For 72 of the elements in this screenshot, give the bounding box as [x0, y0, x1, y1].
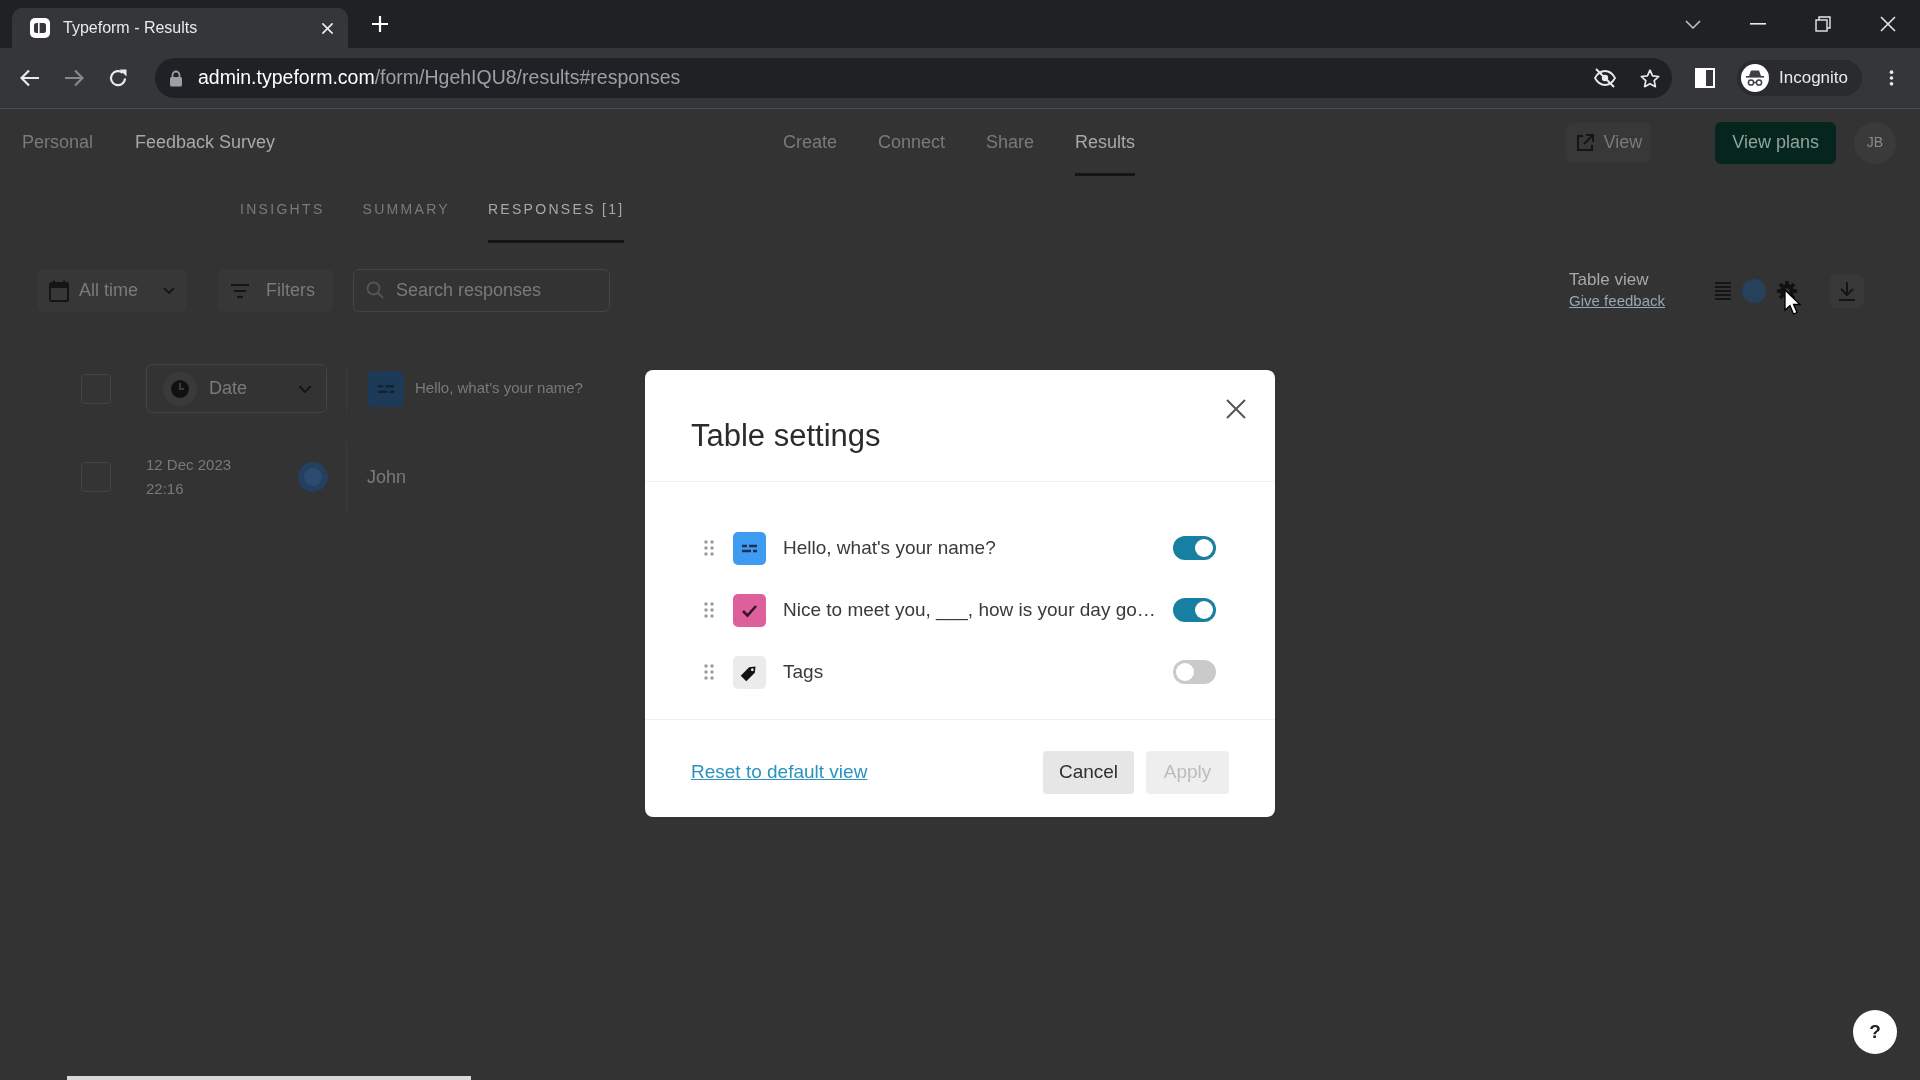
user-avatar[interactable]: JB — [1854, 121, 1896, 164]
view-mode-label: Table view — [1569, 268, 1650, 290]
chevron-down-icon[interactable] — [1684, 19, 1701, 29]
switch-knob-icon[interactable] — [1742, 278, 1766, 303]
drag-handle-icon[interactable] — [704, 540, 714, 556]
view-plans-button[interactable]: View plans — [1715, 121, 1836, 164]
menu-icon[interactable] — [1889, 69, 1894, 87]
minimize-icon[interactable] — [1749, 23, 1766, 25]
browser-tab[interactable]: Typeform - Results — [12, 8, 348, 48]
filters-button[interactable]: Filters — [218, 269, 333, 312]
close-icon[interactable] — [321, 21, 334, 35]
eye-slash-icon[interactable] — [1594, 68, 1616, 88]
nav-tab[interactable]: Share — [986, 109, 1035, 176]
table-cell-text: John — [366, 465, 407, 489]
field-label: Nice to meet you, ___, how is your day go… — [783, 597, 1157, 623]
incognito-icon — [1741, 64, 1769, 92]
filter-icon — [230, 283, 250, 298]
time-text: 22:16 — [146, 479, 185, 499]
dialog-title: Table settings — [691, 420, 881, 451]
restore-icon[interactable] — [1814, 16, 1831, 32]
date-column-dropdown[interactable]: Date — [146, 364, 327, 413]
drag-handle-icon[interactable] — [704, 602, 714, 618]
search-field[interactable]: Search responses — [353, 269, 610, 312]
toggle-switch[interactable] — [1173, 660, 1216, 684]
lock-icon[interactable] — [169, 69, 183, 87]
date-range-dropdown[interactable]: All time — [37, 269, 187, 312]
feedback-link[interactable]: Give feedback — [1569, 289, 1665, 313]
mouse-pointer-icon — [1784, 289, 1802, 316]
text-field-icon — [368, 370, 404, 407]
toggle-switch[interactable] — [1173, 598, 1216, 622]
external-link-icon — [1574, 132, 1595, 153]
reload-icon[interactable] — [108, 68, 128, 88]
field-label: Tags — [783, 659, 825, 684]
calendar-icon — [49, 279, 69, 302]
star-icon[interactable] — [1640, 68, 1660, 88]
view-button[interactable]: View — [1565, 122, 1652, 163]
date-text: 12 Dec 2023 — [146, 455, 232, 475]
help-button[interactable]: ? — [1853, 1010, 1897, 1054]
drag-handle-icon[interactable] — [704, 664, 714, 680]
close-icon[interactable] — [1879, 16, 1896, 32]
caret-icon — [298, 384, 312, 393]
search-icon — [366, 281, 384, 299]
close-icon — [1226, 399, 1246, 419]
nav-tab[interactable]: Create — [782, 109, 837, 176]
nav-tab[interactable]: Connect — [877, 109, 945, 176]
download-icon — [1838, 280, 1856, 301]
forward-arrow-icon[interactable] — [64, 69, 84, 87]
section-tab[interactable]: INSIGHTS — [240, 176, 325, 243]
close-button[interactable] — [1226, 399, 1246, 419]
form-title: Feedback Survey — [135, 131, 276, 154]
back-arrow-icon[interactable] — [20, 69, 40, 87]
new-tab-icon[interactable] — [371, 15, 389, 33]
address-bar[interactable]: admin.typeform.com/form/HgehIQU8/results#responses — [155, 58, 1672, 98]
field-label: Hello, what's your name? — [783, 535, 997, 560]
text-field-icon — [733, 531, 766, 565]
section-tab[interactable]: SUMMARY — [362, 176, 450, 243]
workspace-link[interactable]: Personal — [22, 129, 94, 156]
section-tab[interactable]: RESPONSES [1] — [487, 176, 625, 243]
profile-button[interactable]: Incognito — [1737, 60, 1862, 96]
column-header: Hello, what's your name? — [415, 378, 583, 399]
toggle-switch[interactable] — [1173, 536, 1216, 560]
clock-icon — [163, 371, 197, 406]
avatar-icon — [298, 462, 328, 492]
reset-link[interactable]: Reset to default view — [691, 758, 868, 787]
scrollbar-thumb[interactable] — [67, 1076, 471, 1080]
tab-favicon-icon — [29, 17, 51, 39]
cancel-button[interactable]: Cancel — [1043, 751, 1134, 794]
tag-icon — [733, 655, 766, 689]
caret-icon — [163, 287, 175, 294]
nav-tab[interactable]: Results — [1075, 109, 1136, 176]
side-panel-icon[interactable] — [1695, 68, 1715, 88]
check-icon — [733, 593, 766, 627]
